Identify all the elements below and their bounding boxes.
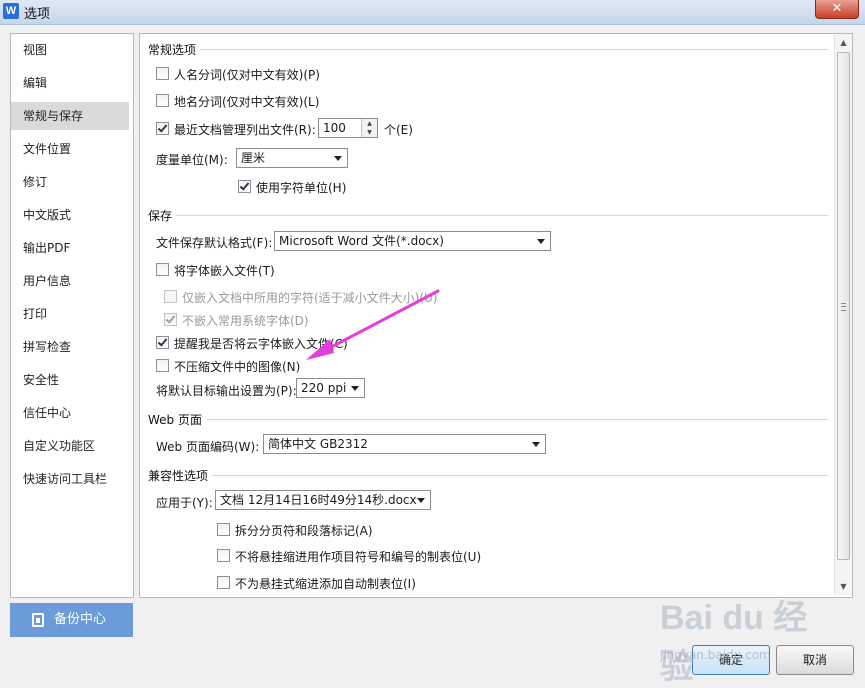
ok-button[interactable]: 确定 xyxy=(692,645,770,675)
cancel-button[interactable]: 取消 xyxy=(776,645,854,675)
annotation-arrow xyxy=(306,289,440,360)
